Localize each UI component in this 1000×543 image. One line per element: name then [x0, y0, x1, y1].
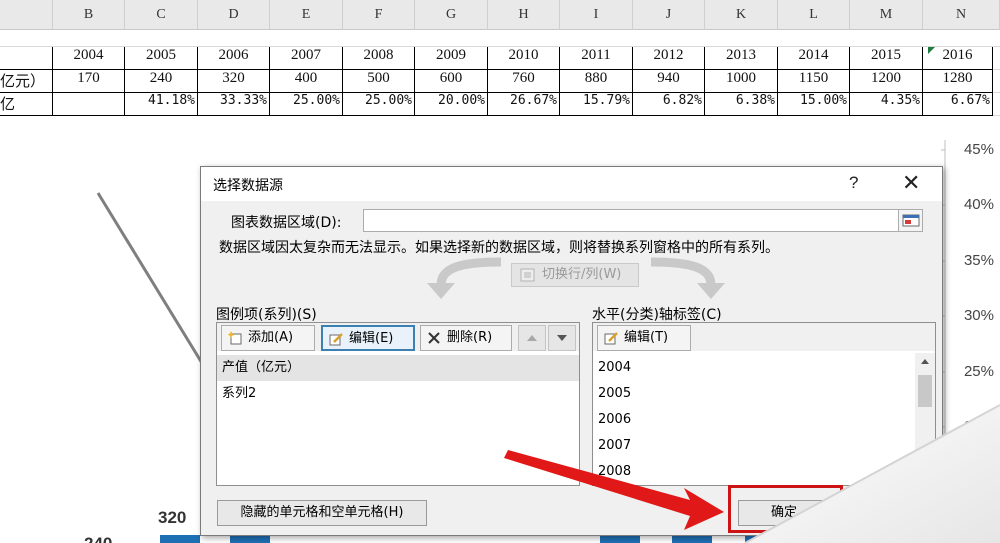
screenshot: B C D E F G H I J K L M N 2004 2005 2006…: [0, 0, 1000, 543]
page-curl-graphic: [744, 404, 1000, 543]
